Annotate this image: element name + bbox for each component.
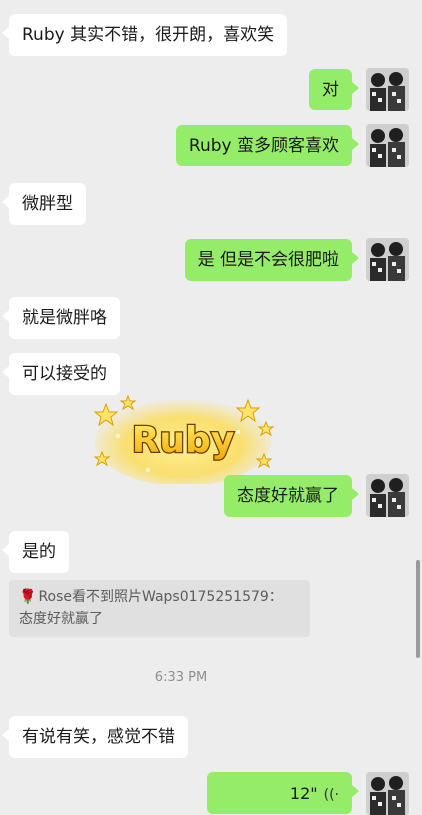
quoted-message[interactable]: 🌹 Rose看不到照片Waps0175251579： 态度好就赢了: [9, 580, 310, 637]
avatar[interactable]: [366, 68, 409, 111]
timestamp: 6:33 PM: [154, 670, 208, 685]
message-bubble-outgoing[interactable]: Ruby 蛮多顾客喜欢: [175, 125, 360, 166]
ruby-sticker[interactable]: Ruby: [88, 392, 278, 486]
scrollbar[interactable]: [416, 560, 420, 658]
avatar[interactable]: [366, 124, 409, 167]
quote-line-1: 🌹 Rose看不到照片Waps0175251579：: [19, 586, 300, 608]
message-bubble-incoming[interactable]: Ruby 其实不错，很开朗，喜欢笑: [1, 14, 288, 56]
voice-duration: 12": [289, 784, 318, 803]
message-bubble-outgoing[interactable]: 是 但是不会很肥啦: [184, 239, 360, 281]
message-bubble-outgoing[interactable]: 对: [309, 69, 359, 110]
chat-thread: Ruby 其实不错，很开朗，喜欢笑 对 Ruby 蛮多顾客喜欢 微胖型 是 但是…: [0, 0, 422, 815]
voice-wave-icon: ((·: [323, 787, 339, 803]
quote-text: Rose看不到照片Waps0175251579：: [38, 589, 283, 605]
message-bubble-incoming[interactable]: 就是微胖咯: [2, 297, 120, 339]
sticker-text: Ruby: [132, 420, 235, 461]
message-bubble-incoming[interactable]: 可以接受的: [2, 353, 120, 395]
message-bubble-incoming[interactable]: 是的: [2, 531, 69, 573]
message-bubble-incoming[interactable]: 微胖型: [2, 183, 86, 225]
voice-message-bubble[interactable]: 12" ((·: [207, 772, 359, 814]
avatar[interactable]: [366, 474, 409, 517]
avatar[interactable]: [366, 238, 409, 281]
message-bubble-incoming[interactable]: 有说有笑，感觉不错: [2, 716, 188, 758]
message-bubble-outgoing[interactable]: 态度好就赢了: [224, 475, 359, 517]
avatar[interactable]: [366, 772, 409, 815]
quote-line-2: 态度好就赢了: [19, 611, 103, 627]
rose-icon: 🌹: [19, 589, 37, 605]
